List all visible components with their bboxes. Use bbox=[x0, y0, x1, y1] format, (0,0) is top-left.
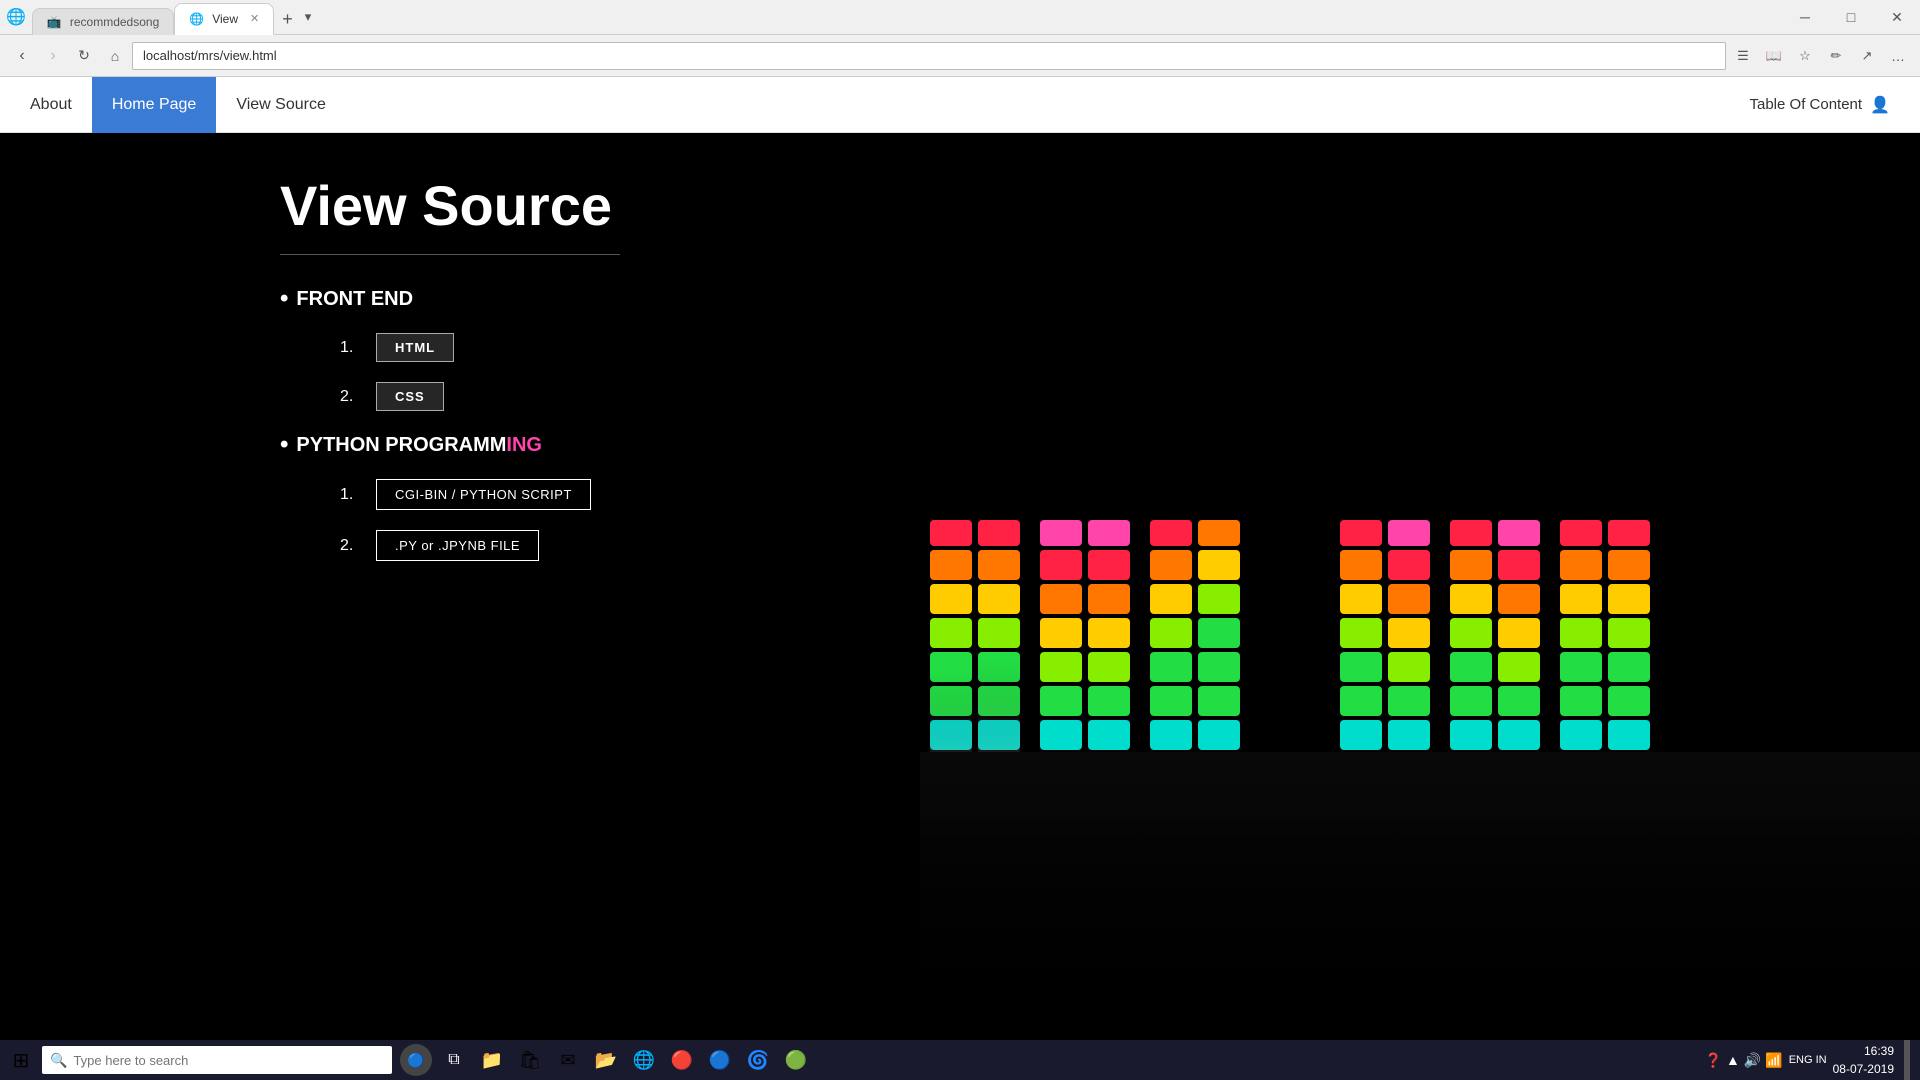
browser-icon: 🌐 bbox=[6, 7, 26, 27]
list-num-1: 1. bbox=[340, 339, 360, 357]
page-title: View Source bbox=[280, 173, 1860, 238]
search-icon: 🔍 bbox=[50, 1052, 67, 1069]
show-desktop-button[interactable] bbox=[1904, 1040, 1910, 1080]
cortana-button[interactable]: 🔵 bbox=[400, 1044, 432, 1076]
table-of-content-icon: 👤 bbox=[1870, 95, 1890, 115]
taskbar-right-area: ❓ ▲ 🔊 📶 ENG IN 16:39 08-07-2019 bbox=[1705, 1040, 1920, 1080]
equalizer-svg bbox=[920, 520, 1920, 1040]
python-list: 1. CGI-BIN / PYTHON SCRIPT 2. .PY or .JP… bbox=[340, 479, 1860, 561]
cgi-tag-button[interactable]: CGI-BIN / PYTHON SCRIPT bbox=[376, 479, 591, 510]
mail-icon[interactable]: ✉ bbox=[552, 1044, 584, 1076]
taskbar-search-box[interactable]: 🔍 bbox=[42, 1046, 392, 1074]
table-of-content-label: Table Of Content bbox=[1750, 96, 1863, 113]
favorites-bar-toggle[interactable]: ☰ bbox=[1729, 42, 1757, 70]
taskbar: ⊞ 🔍 🔵 ⧉ 📁 🛍 ✉ 📂 🌐 🔴 🔵 🌀 🟢 ❓ ▲ 🔊 📶 ENG IN… bbox=[0, 1040, 1920, 1080]
read-mode-button[interactable]: 📖 bbox=[1760, 42, 1788, 70]
time: 16:39 bbox=[1833, 1042, 1894, 1060]
section-python: • PYTHON PROGRAMMING 1. CGI-BIN / PYTHON… bbox=[280, 431, 1860, 561]
language-indicator: ENG IN bbox=[1789, 1053, 1827, 1067]
maximize-button[interactable]: □ bbox=[1828, 0, 1874, 35]
nav-item-homepage[interactable]: Home Page bbox=[92, 77, 217, 133]
site-nav: About Home Page View Source Table Of Con… bbox=[0, 77, 1920, 133]
taskbar-search-input[interactable] bbox=[73, 1053, 383, 1068]
list-item: 1. CGI-BIN / PYTHON SCRIPT bbox=[340, 479, 1860, 510]
bullet-icon-2: • bbox=[280, 431, 288, 459]
share-button[interactable]: ↗ bbox=[1853, 42, 1881, 70]
html-tag-button[interactable]: HTML bbox=[376, 333, 454, 362]
list-num-2: 2. bbox=[340, 537, 360, 555]
tab-active[interactable]: 🌐 View ✕ bbox=[174, 3, 274, 35]
equalizer-visualization bbox=[0, 520, 1920, 1040]
frontend-list: 1. HTML 2. CSS bbox=[340, 333, 1860, 411]
more-button[interactable]: … bbox=[1884, 42, 1912, 70]
address-bar-row: ‹ › ↻ ⌂ localhost/mrs/view.html ☰ 📖 ☆ ✏ … bbox=[0, 35, 1920, 77]
clock: 16:39 08-07-2019 bbox=[1833, 1042, 1894, 1078]
store-icon[interactable]: 🛍 bbox=[514, 1044, 546, 1076]
new-tab-button[interactable]: + bbox=[274, 9, 301, 30]
css-tag-button[interactable]: CSS bbox=[376, 382, 444, 411]
list-num-2: 2. bbox=[340, 388, 360, 406]
minimize-button[interactable]: ─ bbox=[1782, 0, 1828, 35]
file-manager-icon[interactable]: 📁 bbox=[476, 1044, 508, 1076]
bullet-icon: • bbox=[280, 285, 288, 313]
address-text: localhost/mrs/view.html bbox=[143, 48, 277, 63]
browser-taskbar-icon[interactable]: 🌐 bbox=[628, 1044, 660, 1076]
nav-item-viewsource[interactable]: View Source bbox=[216, 77, 346, 133]
browser-titlebar: 🌐 📺 recommdedsong 🌐 View ✕ + ▾ ─ □ ✕ bbox=[0, 0, 1920, 35]
chrome-icon[interactable]: 🔵 bbox=[704, 1044, 736, 1076]
app-icon-1[interactable]: 🔴 bbox=[666, 1044, 698, 1076]
py-tag-button[interactable]: .PY or .JPYNB FILE bbox=[376, 530, 539, 561]
date: 08-07-2019 bbox=[1833, 1060, 1894, 1078]
refresh-button[interactable]: ↻ bbox=[70, 42, 98, 70]
task-view-button[interactable]: ⧉ bbox=[438, 1044, 470, 1076]
inactive-tab-label: recommdedsong bbox=[70, 15, 159, 29]
nav-item-about[interactable]: About bbox=[10, 77, 92, 133]
favorites-button[interactable]: ☆ bbox=[1791, 42, 1819, 70]
back-button[interactable]: ‹ bbox=[8, 42, 36, 70]
web-notes-button[interactable]: ✏ bbox=[1822, 42, 1850, 70]
list-item: 2. .PY or .JPYNB FILE bbox=[340, 530, 1860, 561]
title-underline bbox=[280, 254, 620, 255]
active-tab-label: View bbox=[212, 12, 238, 26]
close-button[interactable]: ✕ bbox=[1874, 0, 1920, 35]
tab-menu-button[interactable]: ▾ bbox=[301, 9, 316, 25]
forward-button[interactable]: › bbox=[39, 42, 67, 70]
section-heading-frontend: • FRONT END bbox=[280, 285, 1860, 313]
list-item: 1. HTML bbox=[340, 333, 1860, 362]
tab-inactive[interactable]: 📺 recommdedsong bbox=[32, 8, 174, 35]
home-button[interactable]: ⌂ bbox=[101, 42, 129, 70]
app-icon-2[interactable]: 🟢 bbox=[780, 1044, 812, 1076]
main-content: View Source • FRONT END 1. HTML 2. CSS bbox=[0, 133, 1920, 1040]
section-heading-python: • PYTHON PROGRAMMING bbox=[280, 431, 1860, 459]
section-frontend: • FRONT END 1. HTML 2. CSS bbox=[280, 285, 1860, 411]
tab-close-icon[interactable]: ✕ bbox=[250, 12, 259, 25]
address-bar[interactable]: localhost/mrs/view.html bbox=[132, 42, 1726, 70]
system-tray[interactable]: ❓ ▲ 🔊 📶 bbox=[1705, 1052, 1783, 1069]
taskbar-icons-row: 🔵 ⧉ 📁 🛍 ✉ 📂 🌐 🔴 🔵 🌀 🟢 bbox=[400, 1044, 812, 1076]
files-icon[interactable]: 📂 bbox=[590, 1044, 622, 1076]
edge-icon[interactable]: 🌀 bbox=[742, 1044, 774, 1076]
list-num-1: 1. bbox=[340, 486, 360, 504]
table-of-content-button[interactable]: Table Of Content 👤 bbox=[1730, 95, 1911, 115]
start-button[interactable]: ⊞ bbox=[0, 1040, 42, 1080]
list-item: 2. CSS bbox=[340, 382, 1860, 411]
